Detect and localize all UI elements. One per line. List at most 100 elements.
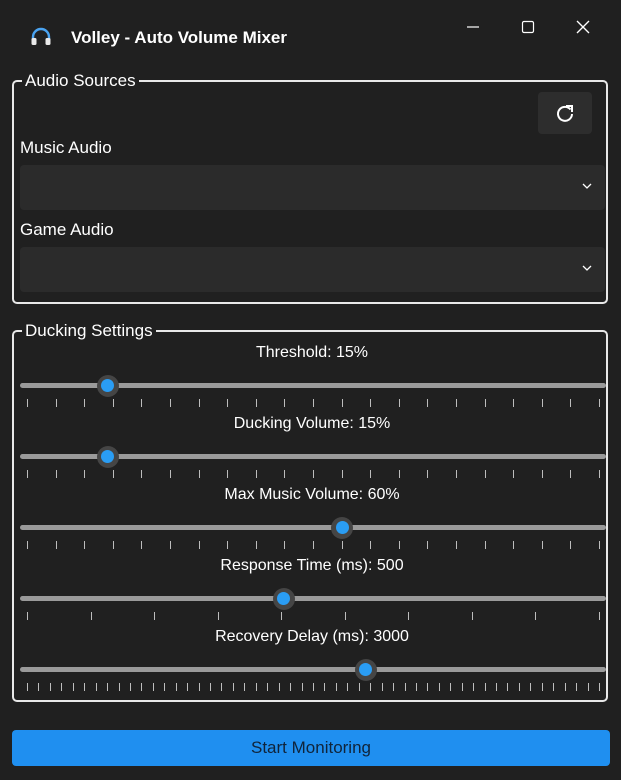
tick-mark bbox=[152, 683, 154, 691]
tick-mark bbox=[154, 612, 156, 620]
tick-mark bbox=[27, 612, 28, 620]
tick-mark bbox=[398, 541, 400, 549]
recovery-delay-slider-track[interactable] bbox=[20, 667, 606, 672]
tick-mark bbox=[473, 683, 475, 691]
headphones-icon bbox=[31, 27, 51, 45]
tick-mark bbox=[141, 470, 143, 478]
tick-mark bbox=[427, 470, 429, 478]
tick-mark bbox=[541, 541, 543, 549]
tick-mark bbox=[341, 541, 343, 549]
tick-mark bbox=[541, 399, 543, 407]
tick-mark bbox=[198, 683, 200, 691]
tick-mark bbox=[118, 683, 120, 691]
tick-mark bbox=[284, 399, 286, 407]
tick-mark bbox=[535, 612, 537, 620]
tick-mark bbox=[530, 683, 532, 691]
response-time-slider-track[interactable] bbox=[20, 596, 606, 601]
tick-mark bbox=[313, 683, 314, 691]
minimize-button[interactable] bbox=[446, 12, 500, 42]
tick-mark bbox=[170, 470, 171, 478]
tick-mark bbox=[27, 470, 28, 478]
tick-mark bbox=[456, 399, 457, 407]
maximize-button[interactable] bbox=[501, 12, 555, 42]
tick-mark bbox=[27, 541, 28, 549]
tick-mark bbox=[38, 683, 40, 691]
tick-mark bbox=[198, 470, 200, 478]
tick-mark bbox=[599, 541, 600, 549]
tick-mark bbox=[290, 683, 292, 691]
max-music-volume-slider-thumb[interactable] bbox=[331, 516, 354, 539]
close-icon bbox=[576, 20, 590, 34]
tick-mark bbox=[284, 541, 286, 549]
tick-mark bbox=[232, 683, 234, 691]
tick-mark bbox=[210, 683, 212, 691]
tick-mark bbox=[112, 541, 114, 549]
audio-sources-legend: Audio Sources bbox=[22, 70, 139, 92]
start-monitoring-button[interactable]: Start Monitoring bbox=[12, 730, 610, 766]
tick-mark bbox=[141, 541, 143, 549]
tick-mark bbox=[513, 541, 515, 549]
tick-mark bbox=[164, 683, 166, 691]
tick-mark bbox=[484, 399, 486, 407]
tick-mark bbox=[461, 683, 463, 691]
tick-mark bbox=[408, 612, 410, 620]
threshold-tick-marks bbox=[20, 399, 606, 407]
ducking-settings-legend: Ducking Settings bbox=[22, 320, 156, 342]
tick-mark bbox=[90, 612, 92, 620]
tick-mark bbox=[341, 470, 343, 478]
music-audio-dropdown[interactable] bbox=[20, 165, 605, 210]
max-music-volume-slider-track[interactable] bbox=[20, 525, 606, 530]
recovery-delay-slider-thumb[interactable] bbox=[354, 658, 377, 681]
tick-mark bbox=[370, 683, 372, 691]
tick-mark bbox=[95, 683, 97, 691]
tick-mark bbox=[227, 399, 229, 407]
tick-mark bbox=[84, 399, 86, 407]
tick-mark bbox=[564, 683, 566, 691]
tick-mark bbox=[112, 399, 114, 407]
tick-mark bbox=[84, 470, 86, 478]
ducking-volume-tick-marks bbox=[20, 470, 606, 478]
tick-mark bbox=[255, 541, 257, 549]
tick-mark bbox=[198, 399, 200, 407]
tick-mark bbox=[358, 683, 360, 691]
tick-mark bbox=[170, 399, 171, 407]
tick-mark bbox=[370, 399, 372, 407]
tick-mark bbox=[27, 683, 28, 691]
ducking-volume-slider-thumb[interactable] bbox=[96, 445, 119, 468]
tick-mark bbox=[513, 399, 515, 407]
tick-mark bbox=[107, 683, 109, 691]
tick-mark bbox=[281, 612, 283, 620]
tick-mark bbox=[129, 683, 131, 691]
tick-mark bbox=[255, 470, 257, 478]
tick-mark bbox=[55, 470, 57, 478]
max-music-volume-label: Max Music Volume: 60% bbox=[224, 486, 400, 503]
tick-mark bbox=[415, 683, 417, 691]
tick-mark bbox=[484, 683, 486, 691]
audio-sources-group: Audio Sources Music Audio Game Audio bbox=[12, 70, 608, 304]
tick-mark bbox=[61, 683, 63, 691]
tick-mark bbox=[507, 683, 509, 691]
max-music-volume-tick-marks bbox=[20, 541, 606, 549]
tick-mark bbox=[456, 541, 457, 549]
tick-mark bbox=[599, 683, 600, 691]
tick-mark bbox=[370, 470, 372, 478]
tick-mark bbox=[518, 683, 520, 691]
tick-mark bbox=[381, 683, 383, 691]
response-time-slider-thumb[interactable] bbox=[272, 587, 295, 610]
close-button[interactable] bbox=[556, 12, 610, 42]
refresh-button[interactable] bbox=[538, 92, 592, 134]
tick-mark bbox=[553, 683, 555, 691]
tick-mark bbox=[599, 399, 600, 407]
game-audio-dropdown[interactable] bbox=[20, 247, 605, 292]
tick-mark bbox=[313, 541, 314, 549]
recovery-delay-label: Recovery Delay (ms): 3000 bbox=[215, 628, 409, 645]
tick-mark bbox=[324, 683, 326, 691]
chevron-down-icon bbox=[582, 183, 592, 189]
tick-mark bbox=[55, 399, 57, 407]
tick-mark bbox=[450, 683, 452, 691]
tick-mark bbox=[278, 683, 280, 691]
threshold-label: Threshold: 15% bbox=[255, 344, 369, 361]
threshold-slider-thumb[interactable] bbox=[96, 374, 119, 397]
tick-mark bbox=[49, 683, 51, 691]
tick-mark bbox=[301, 683, 303, 691]
